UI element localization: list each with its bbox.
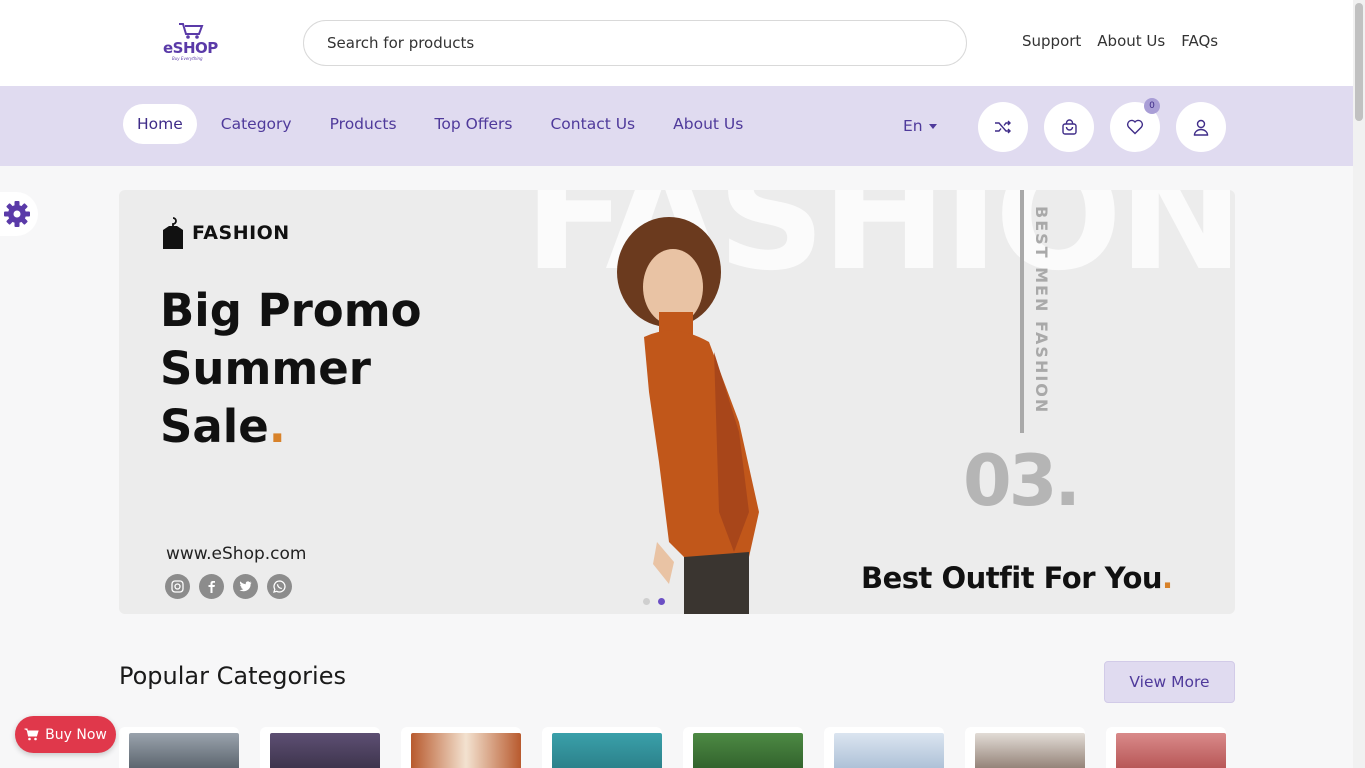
eshop-logo[interactable]: eSHOP Buy Everything [158,22,218,66]
buy-now-label: Buy Now [45,726,107,743]
twitter-icon[interactable] [233,574,258,599]
category-card[interactable] [260,727,380,768]
tagline-dot: . [1162,561,1173,595]
category-thumbnail [270,733,380,768]
vertical-divider [1020,190,1024,433]
nav-item-contact-us[interactable]: Contact Us [536,104,649,144]
cart-icon [24,728,39,741]
category-list [119,727,1226,768]
banner-socials [165,574,292,599]
support-link[interactable]: Support [1022,32,1081,50]
heart-icon [1126,119,1144,135]
category-card[interactable] [119,727,239,768]
search-bar[interactable] [303,20,967,66]
view-more-button[interactable]: View More [1104,661,1235,703]
nav-item-products[interactable]: Products [316,104,411,144]
category-thumbnail [129,733,239,768]
category-thumbnail [1116,733,1226,768]
shopping-bag-icon [1061,118,1077,135]
banner-headline: Big Promo Summer Sale. [160,282,540,456]
banner-tagline-text: Best Outfit For You [861,561,1163,595]
nav-item-about-us[interactable]: About Us [659,104,757,144]
category-thumbnail [975,733,1085,768]
user-icon [1193,119,1209,136]
popular-categories-title: Popular Categories [119,662,346,690]
category-thumbnail [552,733,662,768]
nav-item-category[interactable]: Category [207,104,306,144]
headline-line-1: Big Promo [160,284,422,337]
nav-menu: Home Category Products Top Offers Contac… [123,104,767,144]
headline-line-2: Summer [160,342,371,395]
category-thumbnail [411,733,521,768]
category-card[interactable] [683,727,803,768]
top-links: Support About Us FAQs [1022,32,1218,50]
banner-tagline: Best Outfit For You. [861,561,1173,595]
cart-button[interactable] [1044,102,1094,152]
category-card[interactable] [824,727,944,768]
shuffle-icon [995,120,1011,134]
headline-line-3-text: Sale [160,400,269,453]
instagram-icon[interactable] [165,574,190,599]
settings-toggle[interactable] [0,192,38,236]
category-card[interactable] [1106,727,1226,768]
carousel-dots [643,598,665,605]
category-thumbnail [834,733,944,768]
nav-item-top-offers[interactable]: Top Offers [421,104,527,144]
page-scrollbar[interactable] [1353,0,1365,768]
model-photo [617,217,759,614]
hero-banner[interactable]: FASHION FASHION Big Promo Summer Sale. w… [119,190,1235,614]
banner-brand-text: FASHION [192,222,290,244]
main-navbar: Home Category Products Top Offers Contac… [0,86,1353,166]
logo-text: eSHOP [163,39,218,57]
carousel-dot-active[interactable] [658,598,665,605]
facebook-icon[interactable] [199,574,224,599]
search-input[interactable] [304,21,966,65]
scrollbar-thumb[interactable] [1355,3,1363,121]
hanger-shirt-icon [163,217,183,249]
category-card[interactable] [542,727,662,768]
buy-now-button[interactable]: Buy Now [15,716,116,753]
vertical-text: BEST MEN FASHION [1032,206,1051,415]
headline-dot: . [268,400,286,453]
faqs-link[interactable]: FAQs [1181,32,1218,50]
whatsapp-icon[interactable] [267,574,292,599]
compare-button[interactable] [978,102,1028,152]
category-card[interactable] [401,727,521,768]
banner-website: www.eShop.com [166,544,307,564]
category-thumbnail [693,733,803,768]
wishlist-count-badge: 0 [1144,98,1160,114]
cart-logo-icon [179,23,204,39]
category-card[interactable] [965,727,1085,768]
caret-down-icon [928,123,937,129]
headline-line-3: Sale. [160,398,540,456]
carousel-dot[interactable] [643,598,650,605]
logo-tagline: Buy Everything [172,56,203,61]
account-button[interactable] [1176,102,1226,152]
top-header: eSHOP Buy Everything Support About Us FA… [0,0,1353,86]
language-dropdown[interactable]: En [903,117,937,135]
banner-brand: FASHION [160,216,290,250]
slide-number: 03. [963,440,1081,522]
about-us-link[interactable]: About Us [1097,32,1165,50]
gear-icon [4,201,30,227]
nav-item-home[interactable]: Home [123,104,197,144]
language-label: En [903,117,923,135]
wishlist-button[interactable]: 0 [1110,98,1160,152]
